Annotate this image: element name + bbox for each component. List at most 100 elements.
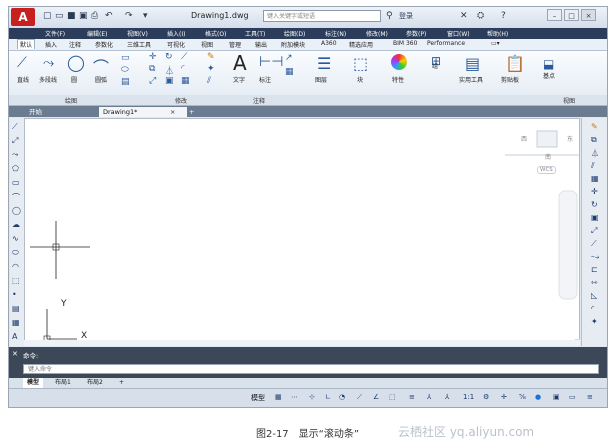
erase-icon[interactable]: ✎ [207,52,215,62]
maximize-button[interactable]: □ [564,9,579,21]
menu-parametric[interactable]: 参数(P) [406,29,426,38]
tab-insert[interactable]: 插入 [45,40,57,49]
menu-tools[interactable]: 工具(T) [245,29,265,38]
tab-annotate[interactable]: 注释 [69,40,81,49]
object-snap-tracking-icon[interactable]: ∠ [373,393,379,401]
panel-annotate-label[interactable]: 注释 [253,96,265,105]
trim-icon[interactable]: ⟋ [591,239,597,249]
trim-icon[interactable]: ⟋ [181,52,187,62]
menu-window[interactable]: 窗口(W) [447,29,470,38]
ribbon-options-icon[interactable]: ▭▾ [491,40,500,47]
explode-icon[interactable]: ✦ [591,317,598,326]
plot-icon[interactable]: ⎙ [91,11,98,21]
panel-draw-label[interactable]: 绘图 [65,96,77,105]
ellipse-icon[interactable]: ⬭ [12,248,19,258]
lineweight-icon[interactable]: ≡ [409,393,415,401]
menu-view[interactable]: 视图(V) [127,29,148,38]
text-icon[interactable]: A [233,51,247,75]
command-input[interactable]: 键入命令 [23,364,599,374]
clean-screen-icon[interactable]: ▭ [569,393,576,401]
annotation-visibility-icon[interactable]: ⅄ [445,393,449,401]
revcloud-icon[interactable]: ☁ [12,220,20,229]
close-button[interactable]: × [581,9,596,21]
viewcube-south-label[interactable]: 南 [545,152,551,161]
tab-output[interactable]: 输出 [255,40,267,49]
search-input[interactable]: 键入关键字或短语 [263,10,381,22]
horizontal-scrollbar[interactable] [24,340,580,346]
tab-default[interactable]: 默认 [17,39,36,49]
clipboard-icon[interactable]: 📋 [505,54,525,73]
tab-3d-tools[interactable]: 三维工具 [127,40,151,49]
panel-modify-label[interactable]: 修改 [175,96,187,105]
table-icon[interactable]: ▦ [12,318,20,327]
snap-icon[interactable]: ⋯ [291,393,298,401]
text-icon[interactable]: A [12,332,17,341]
arc-icon[interactable]: ⌒ [12,192,20,203]
tab-performance[interactable]: Performance [427,40,465,47]
erase-icon[interactable]: ✎ [591,122,598,131]
tab-manage[interactable]: 管理 [229,40,241,49]
menu-modify[interactable]: 修改(M) [366,29,388,38]
base-icon[interactable]: ⬓ [543,57,554,71]
scale-icon[interactable]: ▣ [591,213,599,222]
add-layout-button[interactable]: + [115,378,128,388]
dynamic-input-icon[interactable]: ⊹ [309,393,315,401]
rotate-icon[interactable]: ↻ [591,200,598,209]
move-icon[interactable]: ✛ [149,52,157,62]
table-icon[interactable]: ▦ [285,67,294,77]
hatch-icon[interactable]: ▤ [12,304,20,313]
circle-icon[interactable]: ◯ [67,53,85,72]
ellipse-icon[interactable]: ⬭ [121,65,129,75]
array-icon[interactable]: ▦ [181,76,190,86]
minimize-button[interactable]: – [547,9,562,21]
annotation-scale-value[interactable]: 1:1 [463,393,474,401]
menu-format[interactable]: 格式(O) [205,29,226,38]
hatch-icon[interactable]: ▤ [121,77,130,87]
model-space-button[interactable]: 模型 [251,393,265,403]
insert-block-icon[interactable]: ⬚ [12,276,20,285]
close-tab-icon[interactable]: × [166,107,179,117]
menu-draw[interactable]: 绘图(D) [284,29,305,38]
drawing-canvas[interactable]: Y X 西 东 南 WCS [24,118,580,346]
polar-icon[interactable]: ◔ [339,393,345,401]
annotation-scale-icon[interactable]: ⅄ [427,393,431,401]
tab-bim360[interactable]: BIM 360 [393,40,417,47]
circle-icon[interactable]: ◯ [12,206,21,215]
exchange-icon[interactable]: ✕ [460,11,468,21]
menu-insert[interactable]: 插入(I) [167,29,185,38]
viewcube-east-label[interactable]: 东 [567,134,573,143]
save-as-icon[interactable]: ▣ [79,11,88,21]
properties-icon[interactable] [391,54,407,70]
break-icon[interactable]: ⊏ [591,265,598,274]
layers-icon[interactable]: ☰ [317,54,331,73]
units-icon[interactable]: ⅝ [519,393,526,401]
layout-tab-layout2[interactable]: 布局2 [83,378,107,388]
offset-icon[interactable]: ⫽ [591,161,595,171]
panel-view-label[interactable]: 视图 [563,96,575,105]
new-file-icon[interactable]: ▢ [43,11,52,21]
menu-file[interactable]: 文件(F) [45,29,65,38]
leader-icon[interactable]: ↗ [285,53,293,63]
tab-view[interactable]: 视图 [201,40,213,49]
scale-icon[interactable]: ▣ [165,76,174,86]
menu-dimension[interactable]: 标注(N) [325,29,346,38]
open-file-icon[interactable]: ▭ [55,11,64,21]
fillet-icon[interactable]: ◜ [591,304,594,313]
array-icon[interactable]: ▦ [591,174,599,183]
menu-edit[interactable]: 编辑(E) [87,29,107,38]
ortho-icon[interactable]: ∟ [325,393,331,401]
save-icon[interactable]: ■ [67,11,76,21]
customization-icon[interactable]: ≡ [587,393,593,401]
tab-parametric[interactable]: 参数化 [95,40,113,49]
fillet-icon[interactable]: ◜ [181,64,185,74]
spline-icon[interactable]: ∿ [12,234,19,243]
construction-line-icon[interactable]: ⤢ [12,136,18,146]
rectangle-icon[interactable]: ▭ [121,53,130,63]
stretch-icon[interactable]: ⤢ [591,226,597,236]
line-icon[interactable]: ⟋ [12,122,18,132]
object-snap-icon[interactable]: ⬚ [389,393,396,401]
grid-icon[interactable]: ▦ [275,393,282,401]
join-icon[interactable]: ⇿ [591,278,598,287]
redo-icon[interactable]: ↷ [125,11,133,21]
chamfer-icon[interactable]: ◺ [591,291,597,300]
